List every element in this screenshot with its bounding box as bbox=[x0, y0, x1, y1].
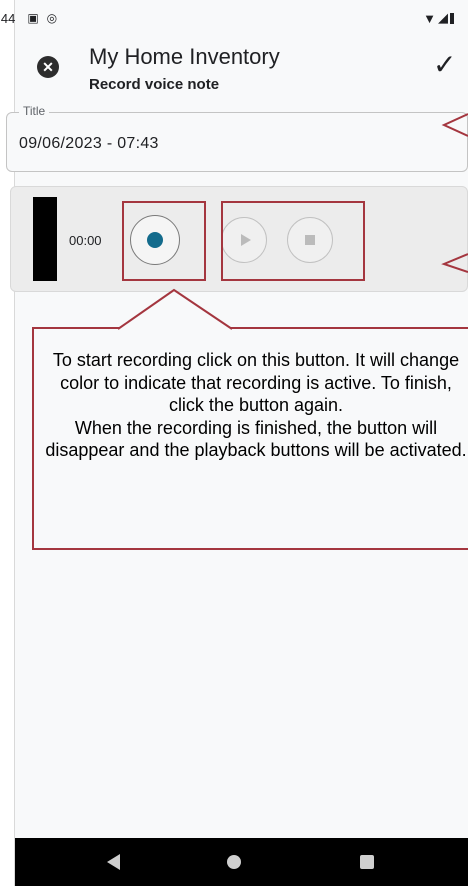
audio-level-meter bbox=[33, 197, 57, 281]
checkmark-icon[interactable]: ✓ bbox=[433, 48, 456, 81]
signal-icon: ◢ bbox=[438, 10, 448, 25]
back-icon[interactable] bbox=[107, 854, 120, 870]
recording-timer: 00:00 bbox=[69, 233, 102, 248]
title-field-value[interactable]: 09/06/2023 - 07:43 bbox=[19, 135, 159, 153]
title-field[interactable]: Title 09/06/2023 - 07:43 bbox=[6, 104, 468, 172]
battery-icon bbox=[450, 12, 454, 24]
sync-icon: ◎ bbox=[46, 11, 58, 25]
recent-apps-icon[interactable] bbox=[360, 855, 374, 869]
status-bar: 7:44 ▣ ◎ ▼ ◢ bbox=[0, 0, 464, 36]
navigation-bar bbox=[15, 838, 468, 886]
app-subtitle: Record voice note bbox=[89, 76, 220, 93]
notification-icon: ▣ bbox=[27, 11, 39, 25]
title-field-label: Title bbox=[19, 104, 50, 118]
wifi-icon: ▼ bbox=[423, 10, 436, 26]
app-title: My Home Inventory bbox=[89, 44, 280, 69]
close-icon[interactable]: ✕ bbox=[37, 56, 59, 78]
tooltip-callout: To start recording click on this button.… bbox=[32, 327, 468, 550]
app-bar: ✕ My Home Inventory Record voice note ✓ bbox=[15, 36, 468, 98]
record-button-highlight bbox=[122, 201, 206, 281]
home-icon[interactable] bbox=[227, 855, 241, 869]
status-time: 7:44 bbox=[0, 10, 16, 26]
playback-buttons-highlight bbox=[221, 201, 365, 281]
